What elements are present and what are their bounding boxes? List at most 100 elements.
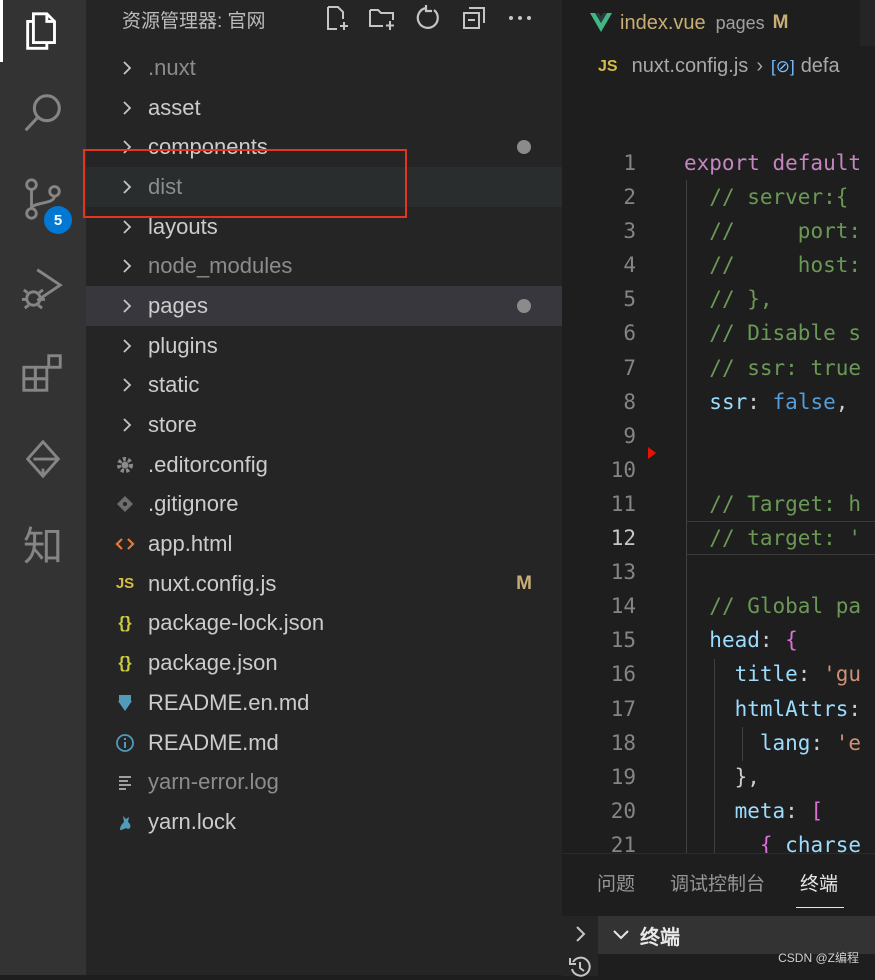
history-icon[interactable] bbox=[567, 954, 593, 980]
file-row[interactable]: .gitignore bbox=[86, 485, 562, 525]
tab-index-vue[interactable]: index.vue pages M bbox=[562, 0, 860, 46]
scm-badge: 5 bbox=[44, 206, 72, 234]
code-line: 12 // target: ' bbox=[562, 521, 875, 556]
zhi-icon[interactable]: 知 bbox=[0, 512, 86, 574]
new-folder-icon[interactable] bbox=[366, 2, 398, 34]
tab-name: index.vue bbox=[620, 11, 706, 34]
git-status-badge: M bbox=[516, 572, 532, 594]
panel-tab[interactable]: 调试控制台 bbox=[670, 854, 765, 916]
line-number: 20 bbox=[610, 798, 636, 823]
line-number: 2 bbox=[623, 185, 636, 210]
chevron-right-icon bbox=[118, 59, 136, 77]
chevron-right-icon bbox=[118, 376, 136, 394]
yarn-icon bbox=[114, 812, 136, 832]
code-line: 7 // ssr: true bbox=[562, 351, 875, 385]
item-label: README.md bbox=[148, 729, 279, 755]
code-line: 18 lang: 'e bbox=[562, 726, 875, 760]
json-icon: {} bbox=[118, 613, 132, 633]
line-number: 11 bbox=[610, 491, 636, 516]
folder-row[interactable]: .nuxt bbox=[86, 48, 562, 88]
activity-bar: 5 知 bbox=[0, 0, 86, 975]
code-line: 10 bbox=[562, 453, 875, 487]
code-line: 19 }, bbox=[562, 760, 875, 794]
file-row[interactable]: .editorconfig bbox=[86, 445, 562, 485]
code-area[interactable]: 1 export default 2 // server:{3 // port: 4 … bbox=[562, 146, 875, 853]
breadcrumb-symbol[interactable]: defa bbox=[801, 55, 840, 78]
run-debug-icon[interactable] bbox=[0, 256, 86, 318]
html-icon bbox=[114, 534, 136, 554]
explorer-icon[interactable] bbox=[0, 0, 86, 62]
file-row[interactable]: app.html bbox=[86, 524, 562, 564]
file-row[interactable]: {} package.json bbox=[86, 643, 562, 683]
panel-tab[interactable]: 问题 bbox=[597, 854, 635, 916]
code-line: 3 // port: bbox=[562, 214, 875, 248]
breadcrumb-file[interactable]: nuxt.config.js bbox=[632, 55, 749, 78]
folder-row[interactable]: store bbox=[86, 405, 562, 445]
code-line: 2 // server:{ bbox=[562, 180, 875, 214]
leaf-icon[interactable] bbox=[0, 428, 86, 490]
chevron-right-icon[interactable] bbox=[571, 924, 591, 944]
code-line: 6 // Disable s bbox=[562, 316, 875, 350]
line-number: 7 bbox=[623, 355, 636, 380]
line-number: 3 bbox=[623, 219, 636, 244]
code-line: 8 ssr: false, bbox=[562, 385, 875, 419]
code-line: 20 meta: [ bbox=[562, 794, 875, 828]
log-icon bbox=[114, 772, 136, 792]
code-line: 15 head: { bbox=[562, 623, 875, 657]
bottom-panel: 问题 调试控制台 终端 终端 CSDN @Z编程 bbox=[562, 853, 875, 977]
collapse-all-icon[interactable] bbox=[458, 2, 490, 34]
git-icon bbox=[114, 494, 136, 514]
refresh-icon[interactable] bbox=[412, 2, 444, 34]
extensions-icon[interactable] bbox=[0, 342, 86, 404]
file-row[interactable]: README.en.md bbox=[86, 683, 562, 723]
folder-row[interactable]: plugins bbox=[86, 326, 562, 366]
chevron-right-icon: › bbox=[756, 55, 763, 77]
js-icon: JS bbox=[115, 575, 135, 593]
folder-row[interactable]: static bbox=[86, 366, 562, 406]
modified-dot bbox=[517, 140, 531, 155]
line-text: export default bbox=[684, 151, 862, 175]
file-row[interactable]: yarn.lock bbox=[86, 802, 562, 842]
panel-tab[interactable]: 终端 bbox=[796, 854, 845, 916]
tab-description: pages bbox=[715, 12, 765, 33]
line-number: 13 bbox=[610, 560, 636, 585]
line-number: 17 bbox=[610, 696, 636, 721]
indent-guide bbox=[742, 727, 743, 761]
line-text: { charse bbox=[759, 832, 862, 853]
item-label: yarn-error.log bbox=[148, 769, 279, 795]
breadcrumb: JS nuxt.config.js › [⊘] defa bbox=[598, 55, 840, 78]
new-file-icon[interactable] bbox=[320, 2, 352, 34]
code-line: 11 // Target: h bbox=[562, 487, 875, 521]
search-icon[interactable] bbox=[0, 82, 86, 144]
line-text: meta: [ bbox=[734, 798, 824, 823]
line-number: 6 bbox=[623, 321, 636, 346]
gear-icon bbox=[114, 455, 136, 475]
more-icon[interactable] bbox=[504, 2, 536, 34]
folder-row[interactable]: pages bbox=[86, 286, 562, 326]
item-label: nuxt.config.js bbox=[148, 570, 277, 596]
file-row[interactable]: JS nuxt.config.js M bbox=[86, 564, 562, 604]
line-text: // target: ' bbox=[709, 526, 862, 551]
info-icon bbox=[114, 733, 136, 753]
item-label: plugins bbox=[148, 332, 218, 358]
code-line: 4 // host: bbox=[562, 248, 875, 282]
folder-row[interactable]: node_modules bbox=[86, 246, 562, 286]
folder-row[interactable]: asset bbox=[86, 88, 562, 128]
line-text: title: 'gu bbox=[734, 662, 862, 687]
line-text: // Global pa bbox=[709, 594, 862, 619]
source-control-icon[interactable]: 5 bbox=[0, 168, 86, 234]
explorer-sidebar: 资源管理器: 官网 .nuxt asset components dist layout… bbox=[86, 0, 562, 975]
line-number: 14 bbox=[610, 594, 636, 619]
line-text: }, bbox=[684, 764, 760, 789]
file-row[interactable]: {} package-lock.json bbox=[86, 604, 562, 644]
code-line: 21 { charse bbox=[562, 828, 875, 853]
line-number: 10 bbox=[610, 457, 636, 482]
line-text: ssr: false, bbox=[709, 389, 849, 414]
file-row[interactable]: README.md bbox=[86, 723, 562, 763]
chevron-down-icon bbox=[613, 930, 629, 940]
highlight-box bbox=[83, 149, 407, 218]
item-label: package.json bbox=[148, 650, 278, 676]
file-row[interactable]: yarn-error.log bbox=[86, 762, 562, 802]
symbol-icon: [⊘] bbox=[770, 56, 795, 76]
item-label: yarn.lock bbox=[148, 808, 237, 834]
